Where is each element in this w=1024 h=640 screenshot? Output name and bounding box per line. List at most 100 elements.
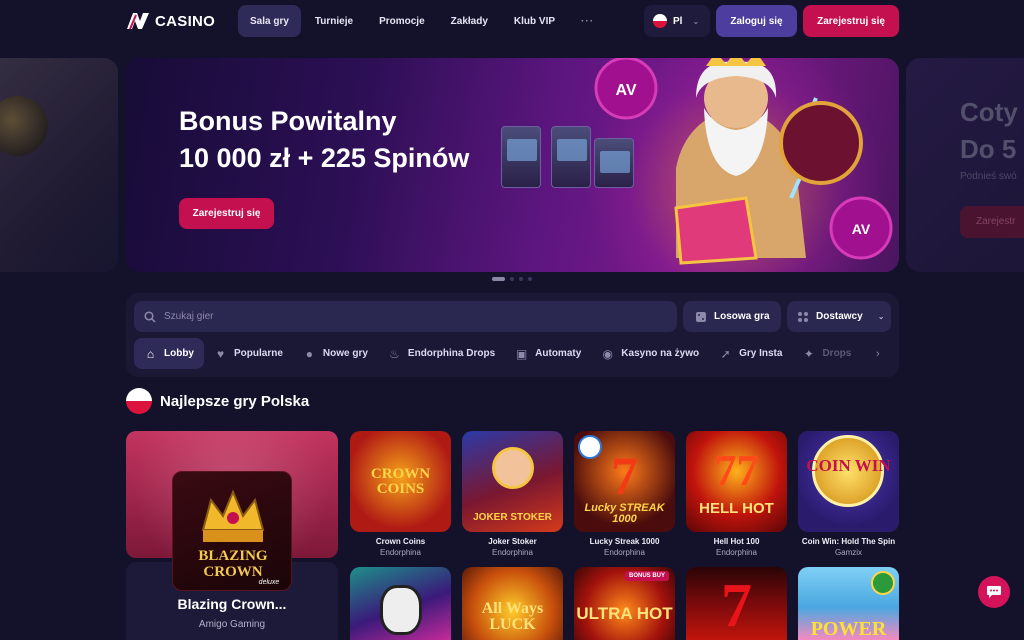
- carousel-dots: [492, 277, 532, 281]
- featured-game-card[interactable]: BLAZING CROWN deluxe Blazing Crown... Am…: [126, 431, 338, 640]
- logo-mark-icon: [127, 13, 149, 30]
- game-thumbnail: COIN WIN: [798, 431, 899, 532]
- providers-dropdown[interactable]: Dostawcy ⌄: [787, 301, 891, 332]
- svg-text:AV: AV: [615, 82, 636, 99]
- game-tile[interactable]: BONUS BUY ULTRA HOT: [574, 567, 675, 640]
- game-name: Hell Hot 100: [713, 537, 760, 546]
- language-label: Pl: [673, 15, 683, 27]
- poland-flag-icon: [126, 388, 152, 414]
- crown-image: BLAZING CROWN deluxe: [198, 489, 280, 586]
- providers-icon: [798, 311, 808, 322]
- heart-icon: ♥: [216, 346, 225, 361]
- category-tab-lobby[interactable]: ⌂ Lobby: [134, 338, 204, 369]
- nav-item-promocje[interactable]: Promocje: [367, 5, 437, 37]
- carousel-dot[interactable]: [528, 277, 532, 281]
- category-tab-nowe-gry[interactable]: ● Nowe gry: [293, 338, 378, 369]
- game-tile[interactable]: COIN WIN Coin Win: Hold The Spin Gamzix: [798, 431, 899, 557]
- next-promo-title: Coty Do 5: [960, 97, 1018, 164]
- coin-image: [0, 96, 48, 156]
- flame-icon: ♨: [389, 346, 400, 361]
- featured-game-name: Blazing Crown...: [177, 596, 287, 612]
- slot-machine-icon: ▣: [515, 346, 528, 361]
- game-tile[interactable]: 7: [686, 567, 787, 640]
- chevron-down-icon: ⌄: [877, 312, 885, 321]
- bonus-buy-badge: BONUS BUY: [624, 571, 669, 581]
- random-game-label: Losowa gra: [714, 311, 770, 322]
- random-game-button[interactable]: Losowa gra: [683, 301, 781, 332]
- slot-machine-image: [501, 126, 541, 188]
- chat-bubble-icon: [987, 586, 1001, 598]
- nav-item-sala-gry[interactable]: Sala gry: [238, 5, 301, 37]
- nav-more-icon[interactable]: ···: [569, 5, 606, 37]
- login-button[interactable]: Zaloguj się: [716, 5, 797, 37]
- game-name: Joker Stoker: [488, 537, 537, 546]
- carousel-dot[interactable]: [492, 277, 505, 281]
- game-thumbnail: 7 Lucky STREAK 1000: [574, 431, 675, 532]
- next-promo-subtitle: Podnieś swó: [960, 171, 1017, 182]
- hero-register-button[interactable]: Zarejestruj się: [179, 198, 274, 229]
- drops-icon: ✦: [803, 346, 814, 361]
- category-tab-kasyno-na-zywo[interactable]: ◉ Kasyno na żywo: [591, 338, 709, 369]
- nav-item-turnieje[interactable]: Turnieje: [303, 5, 365, 37]
- game-thumbnail: JOKER STOKER: [462, 431, 563, 532]
- game-tile[interactable]: JOKER STOKER Joker Stoker Endorphina: [462, 431, 563, 557]
- svg-text:AV: AV: [852, 221, 871, 237]
- next-slide-peek[interactable]: Coty Do 5 Podnieś swó Zarejestr: [906, 58, 1024, 272]
- casino-logo[interactable]: CASINO: [126, 10, 215, 32]
- game-thumbnail: POWER: [798, 567, 899, 640]
- top-bar: CASINO Sala gry Turnieje Promocje Zakład…: [0, 0, 1024, 44]
- live-icon: ◉: [602, 346, 614, 361]
- svg-text:deluxe: deluxe: [259, 579, 280, 586]
- game-tile[interactable]: 7 Lucky STREAK 1000 Lucky Streak 1000 En…: [574, 431, 675, 557]
- svg-text:CROWN: CROWN: [203, 564, 262, 580]
- game-thumbnail: 77 HELL HOT: [686, 431, 787, 532]
- chevron-right-icon[interactable]: ›: [876, 348, 880, 360]
- nav-item-klub-vip[interactable]: Klub VIP: [502, 5, 567, 37]
- game-tile[interactable]: [350, 567, 451, 640]
- carousel-dot[interactable]: [519, 277, 523, 281]
- game-provider: Endorphina: [716, 548, 757, 557]
- search-input[interactable]: [164, 311, 644, 322]
- new-badge-icon: ●: [305, 346, 314, 361]
- game-provider: Gamzix: [834, 548, 863, 557]
- main-nav: Sala gry Turnieje Promocje Zakłady Klub …: [238, 5, 606, 37]
- hero-banner[interactable]: AV AV Bonus Powitalny 10 000 zł + 225 Spi…: [126, 58, 899, 272]
- game-name: Lucky Streak 1000: [589, 537, 660, 546]
- game-provider: Endorphina: [380, 548, 421, 557]
- rocket-icon: ➚: [720, 346, 731, 361]
- game-tile[interactable]: All Ways LUCK: [462, 567, 563, 640]
- featured-game-provider: Amigo Gaming: [198, 619, 266, 630]
- game-tile[interactable]: POWER: [798, 567, 899, 640]
- language-selector[interactable]: Pl ⌄: [644, 5, 710, 37]
- nav-item-zaklady[interactable]: Zakłady: [439, 5, 500, 37]
- dice-icon: [696, 311, 706, 322]
- chevron-down-icon: ⌄: [692, 16, 700, 26]
- category-tab-endorphina-drops[interactable]: ♨ Endorphina Drops: [378, 338, 505, 369]
- category-tab-automaty[interactable]: ▣ Automaty: [505, 338, 591, 369]
- game-name: Crown Coins: [375, 537, 426, 546]
- category-tab-drops[interactable]: ✦ Drops: [792, 338, 861, 369]
- register-button[interactable]: Zarejestruj się: [803, 5, 899, 37]
- game-tile[interactable]: 77 HELL HOT Hell Hot 100 Endorphina: [686, 431, 787, 557]
- zeus-character-image: AV AV: [594, 58, 893, 265]
- game-provider: Endorphina: [492, 548, 533, 557]
- category-tab-popularne[interactable]: ♥ Popularne: [204, 338, 293, 369]
- category-tab-gry-insta[interactable]: ➚ Gry Insta: [709, 338, 792, 369]
- section-header: Najlepsze gry Polska: [126, 388, 309, 414]
- game-thumbnail: CROWN COINS: [350, 431, 451, 532]
- category-tabs: ⌂ Lobby ♥ Popularne ● Nowe gry ♨ Endorphina …: [134, 338, 861, 369]
- search-icon: [144, 310, 156, 323]
- game-filter-panel: Losowa gra Dostawcy ⌄ ⌂Lobby ♥Popularne …: [126, 293, 899, 377]
- game-tile[interactable]: CROWN COINS Crown Coins Endorphina: [350, 431, 451, 557]
- search-box[interactable]: [134, 301, 677, 332]
- providers-label: Dostawcy: [816, 311, 863, 322]
- previous-slide-peek[interactable]: [0, 58, 118, 272]
- brand-name: CASINO: [155, 12, 216, 30]
- section-title: Najlepsze gry Polska: [160, 392, 310, 410]
- home-icon: ⌂: [146, 346, 155, 361]
- hero-title: Bonus Powitalny 10 000 zł + 225 Spinów: [179, 106, 470, 173]
- featured-game-thumbnail[interactable]: BLAZING CROWN deluxe: [172, 471, 292, 591]
- live-chat-button[interactable]: [978, 576, 1010, 608]
- carousel-dot[interactable]: [510, 277, 514, 281]
- game-thumbnail: [350, 567, 451, 640]
